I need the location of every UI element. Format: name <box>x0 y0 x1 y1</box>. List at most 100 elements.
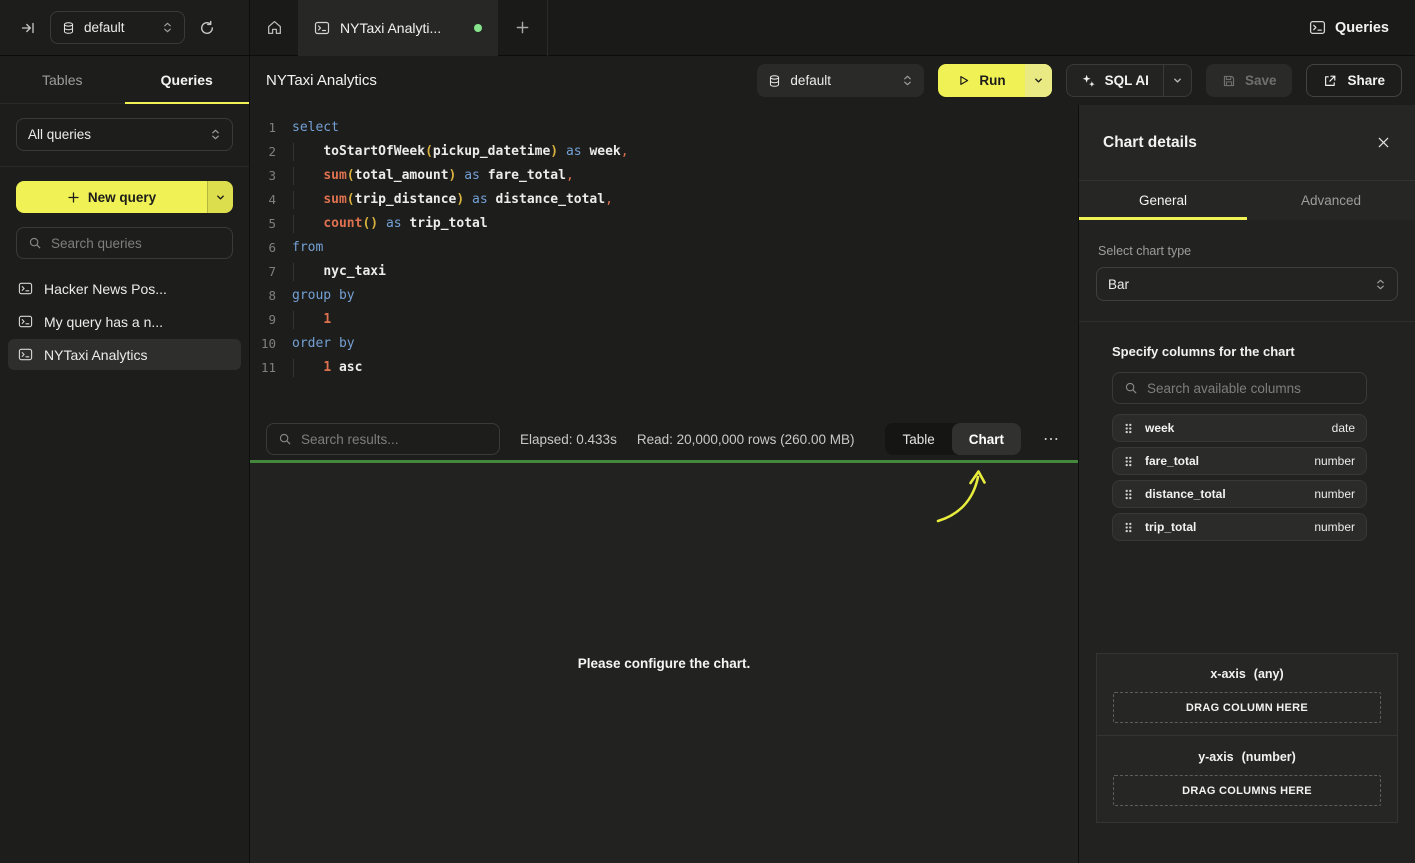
chart-column-chip[interactable]: fare_total number <box>1112 447 1367 475</box>
chart-type-select[interactable]: Bar <box>1096 267 1398 301</box>
sidebar-query-item[interactable]: Hacker News Pos... <box>8 273 241 304</box>
topbar-database-value: default <box>84 20 125 35</box>
x-axis-section: x-axis (any) DRAG COLUMN HERE <box>1097 654 1397 735</box>
query-search-row <box>0 223 249 269</box>
code-line[interactable]: 7 nyc_taxi <box>250 260 1078 284</box>
tab-advanced[interactable]: Advanced <box>1247 181 1415 220</box>
table-view-button[interactable]: Table <box>885 423 951 455</box>
topbar: default NYTaxi Analyti... <box>0 0 1415 56</box>
code-content: 1 asc <box>292 356 362 380</box>
column-type: date <box>1332 421 1355 435</box>
home-icon <box>266 19 283 36</box>
sql-console-app: default NYTaxi Analyti... <box>0 0 1415 863</box>
y-axis-drop-zone[interactable]: DRAG COLUMNS HERE <box>1113 775 1381 806</box>
query-item-label: NYTaxi Analytics <box>44 347 147 363</box>
new-tab-button[interactable] <box>498 0 548 56</box>
close-icon <box>1376 135 1391 150</box>
code-line[interactable]: 10 order by <box>250 332 1078 356</box>
sidebar-query-item[interactable]: NYTaxi Analytics <box>8 339 241 370</box>
results-search-input[interactable] <box>301 432 488 447</box>
drag-handle-icon[interactable] <box>1124 422 1133 435</box>
column-name: fare_total <box>1145 454 1199 468</box>
run-button[interactable]: Run <box>938 64 1051 97</box>
sql-ai-dropdown-button[interactable] <box>1163 65 1191 96</box>
new-query-button[interactable]: New query <box>16 181 233 213</box>
save-icon <box>1222 74 1236 88</box>
save-button[interactable]: Save <box>1206 64 1293 97</box>
line-number: 1 <box>250 116 276 140</box>
header-actions: default Run <box>757 64 1402 97</box>
column-name: trip_total <box>1145 520 1196 534</box>
y-axis-label: y-axis <box>1198 750 1233 764</box>
tab-general[interactable]: General <box>1079 181 1247 220</box>
query-filter-select[interactable]: All queries <box>16 118 233 151</box>
chart-column-chip[interactable]: week date <box>1112 414 1367 442</box>
code-line[interactable]: 1 select <box>250 116 1078 140</box>
query-item-label: My query has a n... <box>44 314 163 330</box>
chart-view-button[interactable]: Chart <box>952 423 1021 455</box>
tab-tables[interactable]: Tables <box>0 56 125 103</box>
new-query-dropdown-button[interactable] <box>207 181 233 213</box>
chart-column-chip[interactable]: distance_total number <box>1112 480 1367 508</box>
close-panel-button[interactable] <box>1376 135 1391 150</box>
main-column: NYTaxi Analytics default Run <box>250 56 1415 863</box>
code-content: order by <box>292 332 355 356</box>
sidebar-query-item[interactable]: My query has a n... <box>8 306 241 337</box>
refresh-button[interactable] <box>191 12 223 44</box>
unsaved-changes-dot <box>474 24 482 32</box>
code-content: select <box>292 116 339 140</box>
search-icon <box>1124 381 1138 395</box>
tab-title: NYTaxi Analyti... <box>340 20 441 36</box>
x-axis-constraint: (any) <box>1254 667 1284 681</box>
topbar-database-selector[interactable]: default <box>50 11 185 44</box>
home-button[interactable] <box>250 0 298 56</box>
code-line[interactable]: 11 1 asc <box>250 356 1078 380</box>
run-label: Run <box>979 73 1005 88</box>
results-toolbar: Elapsed: 0.433s Read: 20,000,000 rows (2… <box>250 418 1078 460</box>
code-line[interactable]: 2 toStartOfWeek(pickup_datetime) as week… <box>250 140 1078 164</box>
line-number: 6 <box>250 236 276 260</box>
sparkles-icon <box>1081 73 1096 88</box>
chart-details-title: Chart details <box>1103 134 1197 152</box>
x-axis-drop-zone[interactable]: DRAG COLUMN HERE <box>1113 692 1381 723</box>
queries-menu-button[interactable]: Queries <box>1309 19 1389 36</box>
tab-queries[interactable]: Queries <box>125 56 250 103</box>
columns-heading: Specify columns for the chart <box>1112 344 1367 359</box>
drag-handle-icon[interactable] <box>1124 488 1133 501</box>
panel-divider <box>1079 321 1415 322</box>
run-dropdown-button[interactable] <box>1025 64 1052 97</box>
query-search-input[interactable] <box>51 236 221 251</box>
columns-search-input[interactable] <box>1147 381 1355 396</box>
collapse-sidebar-button[interactable] <box>12 12 44 44</box>
code-line[interactable]: 4 sum(trip_distance) as distance_total, <box>250 188 1078 212</box>
column-name: distance_total <box>1145 487 1226 501</box>
code-line[interactable]: 5 count() as trip_total <box>250 212 1078 236</box>
chart-canvas: Please configure the chart. <box>250 463 1078 863</box>
tab-nytaxi-analytics[interactable]: NYTaxi Analyti... <box>298 0 498 56</box>
drag-handle-icon[interactable] <box>1124 521 1133 534</box>
sql-ai-label: SQL AI <box>1105 73 1149 88</box>
search-icon <box>28 236 42 250</box>
refresh-icon <box>199 20 215 36</box>
run-database-selector[interactable]: default <box>757 64 924 97</box>
query-list: Hacker News Pos... My query has a n... N… <box>0 269 249 374</box>
sql-ai-button[interactable]: SQL AI <box>1066 64 1192 97</box>
chevron-down-icon <box>1172 75 1183 86</box>
terminal-icon <box>18 281 33 296</box>
editor-pane: 1 select 2 toStartOfWeek(pickup_datetime… <box>250 105 1078 863</box>
chart-column-chip[interactable]: trip_total number <box>1112 513 1367 541</box>
line-number: 5 <box>250 212 276 236</box>
code-line[interactable]: 6 from <box>250 236 1078 260</box>
more-options-button[interactable]: ⋯ <box>1041 429 1062 449</box>
column-name: week <box>1145 421 1174 435</box>
view-toggle: Table Chart <box>885 423 1021 455</box>
sql-editor[interactable]: 1 select 2 toStartOfWeek(pickup_datetime… <box>250 105 1078 418</box>
code-line[interactable]: 9 1 <box>250 308 1078 332</box>
elapsed-time: Elapsed: 0.433s <box>520 432 617 447</box>
share-button[interactable]: Share <box>1306 64 1402 97</box>
drag-handle-icon[interactable] <box>1124 455 1133 468</box>
code-line[interactable]: 3 sum(total_amount) as fare_total, <box>250 164 1078 188</box>
columns-list: week date fare_total number distance_tot… <box>1112 414 1367 541</box>
code-line[interactable]: 8 group by <box>250 284 1078 308</box>
search-icon <box>278 432 292 446</box>
